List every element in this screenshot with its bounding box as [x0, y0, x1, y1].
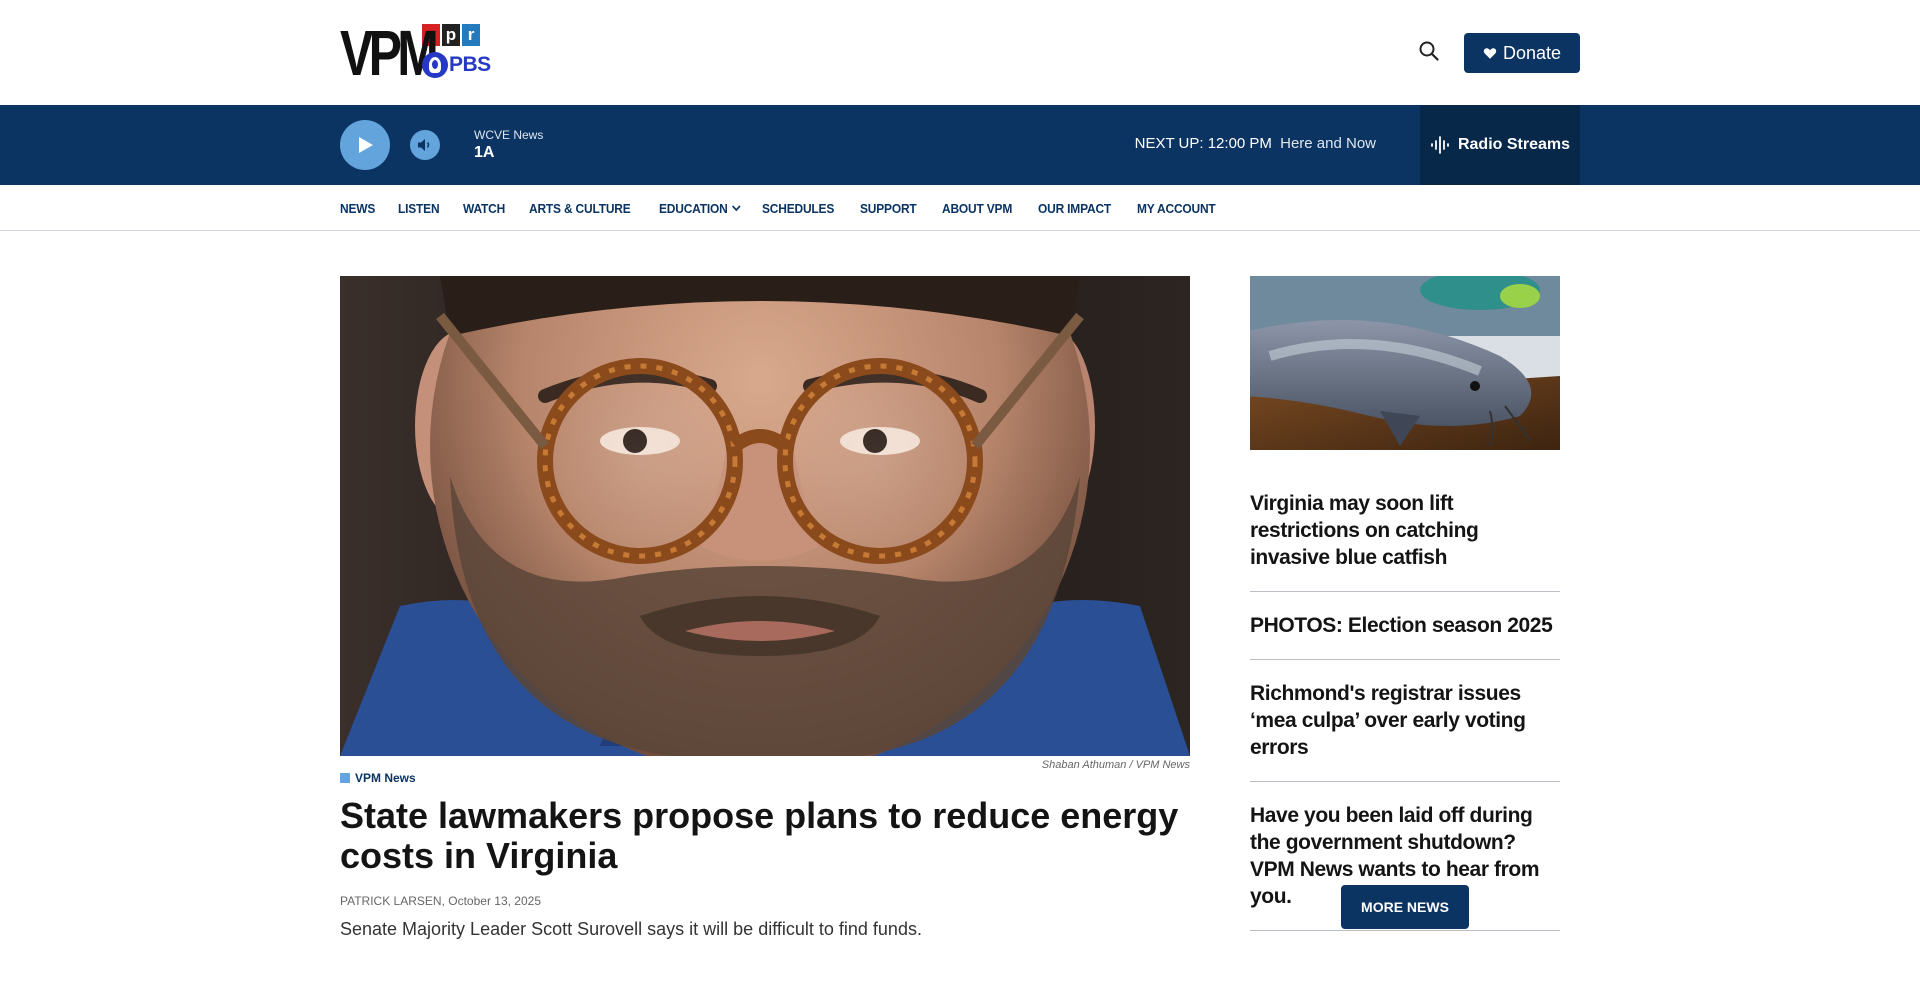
donate-button[interactable]: Donate: [1464, 33, 1580, 73]
nav-item-watch[interactable]: WATCH: [463, 201, 505, 216]
pbs-head-icon: [422, 52, 448, 78]
volume-icon: [418, 139, 430, 151]
main-content: Shaban Athuman / VPM News VPM News State…: [0, 231, 1920, 993]
chevron-down-icon: [731, 205, 741, 212]
article-summary: Senate Majority Leader Scott Surovell sa…: [340, 919, 922, 939]
program-name: 1A: [474, 144, 495, 161]
more-news-button[interactable]: MORE NEWS: [1341, 885, 1469, 929]
pbs-logo: PBS: [422, 51, 491, 79]
sidebar-news-list: Virginia may soon lift restrictions on c…: [1250, 480, 1560, 931]
author-link[interactable]: Patrick Larsen,: [340, 894, 445, 908]
volume-button[interactable]: [410, 130, 440, 160]
photo-credit: Shaban Athuman / VPM News: [1041, 759, 1190, 771]
article-date: October 13, 2025: [448, 894, 541, 908]
nav-item-education-label: EDUCATION: [659, 200, 728, 216]
nav-item-news[interactable]: NEWS: [340, 201, 375, 216]
donate-label: Donate: [1502, 42, 1562, 63]
radio-streams-button[interactable]: Radio Streams: [1420, 105, 1580, 185]
nav-item-my-account[interactable]: MY ACCOUNT: [1137, 201, 1216, 216]
sidebar-item-catfish[interactable]: Virginia may soon lift restrictions on c…: [1250, 480, 1560, 592]
article-headline[interactable]: State lawmakers propose plans to reduce …: [340, 796, 1200, 876]
audio-player-bar: WCVE News 1A NEXT UP: 12:00 PM Here and …: [0, 105, 1920, 185]
nav-item-listen[interactable]: LISTEN: [398, 201, 440, 216]
next-up-label: NEXT UP:: [1134, 135, 1204, 152]
play-button[interactable]: [340, 120, 390, 170]
sidebar: Virginia may soon lift restrictions on c…: [1250, 276, 1560, 931]
vpm-logo[interactable]: VPM n p r PBS: [340, 17, 491, 89]
article-tag-label: VPM News: [355, 771, 416, 785]
nav-item-education[interactable]: EDUCATION: [659, 200, 741, 216]
nav-item-schedules[interactable]: SCHEDULES: [762, 201, 834, 216]
sidebar-item-registrar[interactable]: Richmond's registrar issues ‘mea culpa’ …: [1250, 660, 1560, 782]
nav-item-support[interactable]: SUPPORT: [860, 201, 917, 216]
sidebar-item-election-photos[interactable]: PHOTOS: Election season 2025: [1250, 592, 1560, 660]
tag-square-icon: [340, 773, 350, 783]
search-icon: [1419, 41, 1439, 61]
logo-wordmark: VPM: [340, 17, 439, 89]
site-header: VPM n p r PBS Donate: [0, 0, 1920, 105]
nav-item-arts-culture[interactable]: ARTS & CULTURE: [529, 201, 631, 216]
now-playing: WCVE News 1A: [474, 128, 543, 164]
article-tag[interactable]: VPM News: [340, 771, 416, 785]
byline: Patrick Larsen, October 13, 2025: [340, 894, 541, 908]
photo-credit-source: VPM News: [1135, 759, 1190, 771]
audio-wave-icon: [1431, 136, 1449, 154]
next-up-time: 12:00 PM: [1207, 135, 1272, 152]
nav-item-about-vpm[interactable]: ABOUT VPM: [942, 201, 1012, 216]
play-icon: [359, 137, 373, 153]
next-up-show: Here and Now: [1280, 135, 1376, 152]
catfish-image[interactable]: [1250, 276, 1560, 450]
station-name: WCVE News: [474, 128, 544, 142]
nav-item-our-impact[interactable]: OUR IMPACT: [1038, 201, 1111, 216]
hero-image[interactable]: [340, 276, 1190, 756]
heart-icon: [1483, 48, 1497, 59]
search-button[interactable]: [1418, 40, 1446, 68]
next-up: NEXT UP: 12:00 PM Here and Now: [1135, 135, 1376, 152]
photo-credit-name: Shaban Athuman: [1041, 759, 1127, 771]
radio-streams-label: Radio Streams: [1457, 136, 1571, 153]
main-nav: NEWS LISTEN WATCH ARTS & CULTURE EDUCATI…: [0, 185, 1920, 231]
